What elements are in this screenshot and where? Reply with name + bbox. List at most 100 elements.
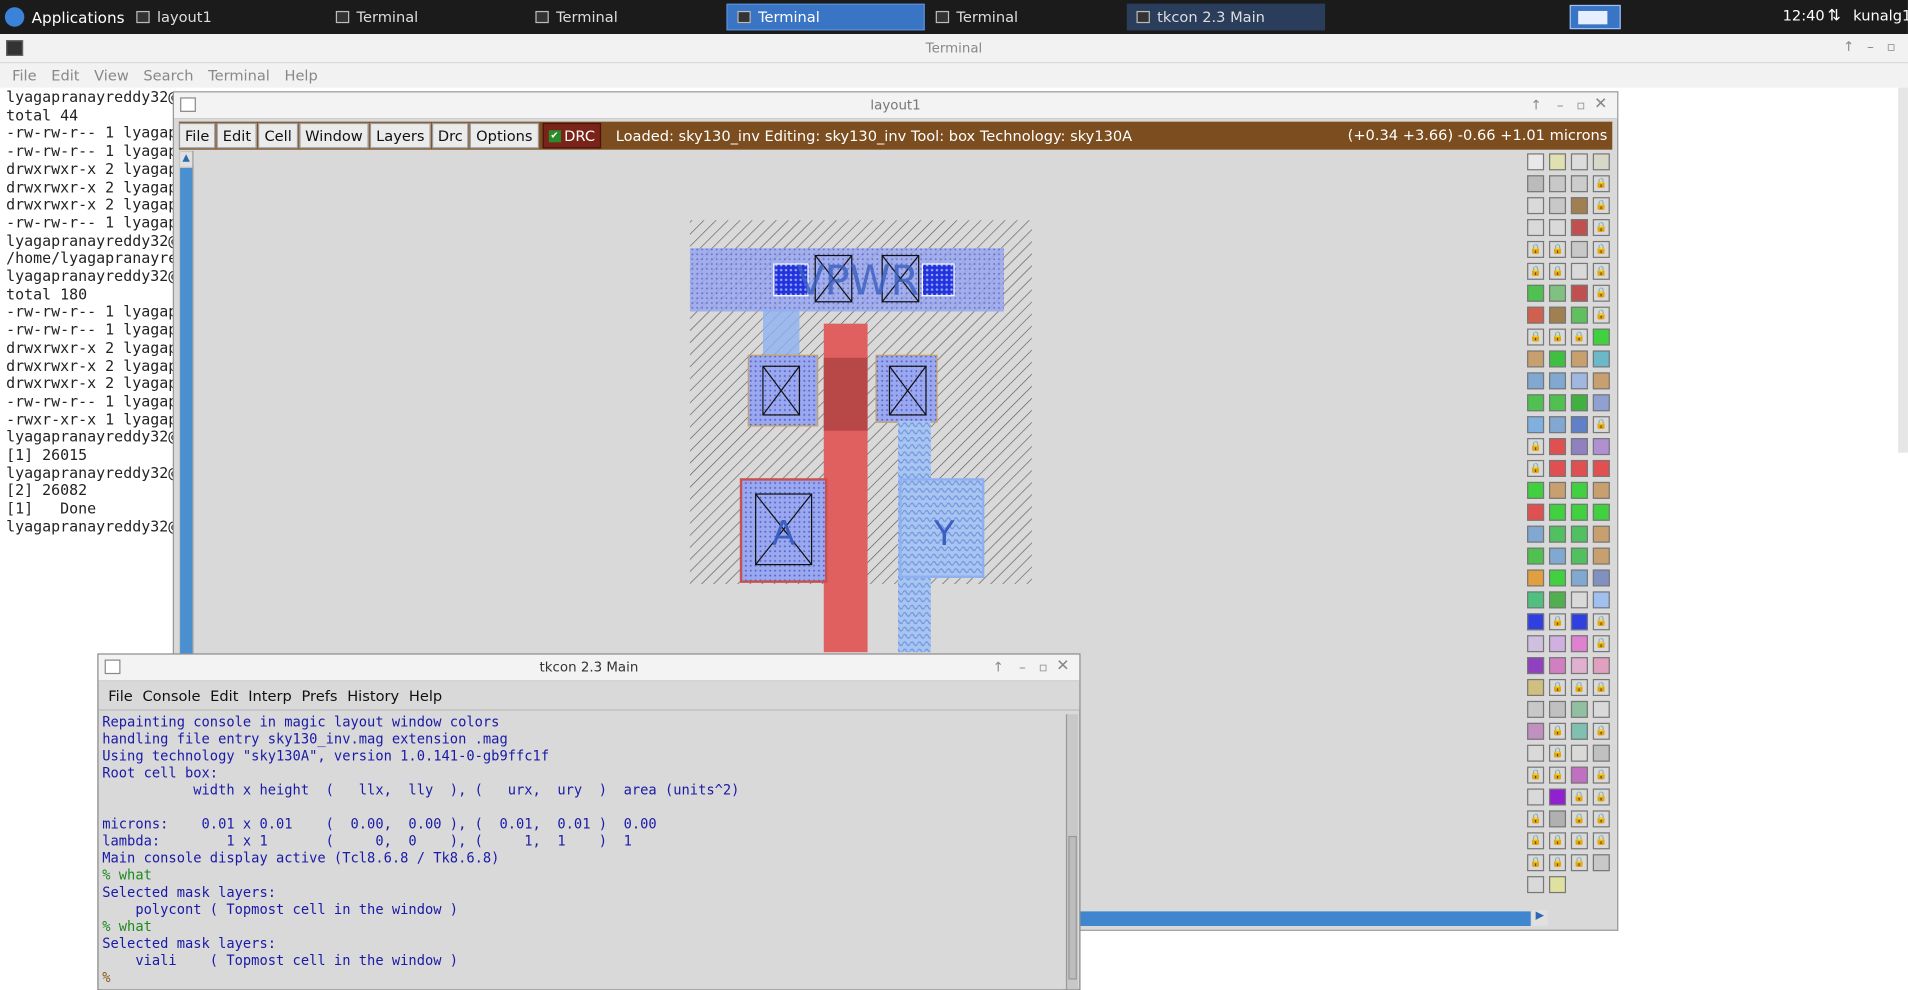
tkcon-scrollbar[interactable] bbox=[1065, 714, 1079, 990]
layer-swatch[interactable] bbox=[1592, 854, 1610, 872]
layer-swatch[interactable] bbox=[1548, 525, 1567, 543]
layer-swatch[interactable] bbox=[1570, 700, 1588, 718]
layer-swatch[interactable] bbox=[1570, 306, 1588, 324]
menu-file[interactable]: File bbox=[178, 122, 216, 149]
maximize-icon[interactable]: ↑ bbox=[1843, 39, 1854, 55]
layer-swatch[interactable] bbox=[1592, 700, 1610, 718]
layout-hscrollbar[interactable]: ▶ bbox=[1080, 910, 1548, 926]
layer-swatch[interactable] bbox=[1548, 394, 1567, 412]
layer-lock-icon[interactable]: 🔒 bbox=[1592, 613, 1610, 631]
layer-lock-icon[interactable]: 🔒 bbox=[1527, 262, 1545, 280]
menu-help[interactable]: Help bbox=[404, 687, 447, 704]
layer-swatch[interactable] bbox=[1570, 284, 1588, 302]
network-icon[interactable]: ⇅ bbox=[1828, 7, 1841, 25]
layer-swatch[interactable] bbox=[1548, 175, 1567, 193]
menu-edit[interactable]: Edit bbox=[44, 67, 87, 84]
layer-swatch[interactable] bbox=[1570, 569, 1588, 587]
layer-swatch[interactable] bbox=[1570, 438, 1588, 456]
layer-swatch[interactable] bbox=[1527, 657, 1545, 675]
layer-swatch[interactable] bbox=[1592, 350, 1610, 368]
terminal-scrollbar[interactable] bbox=[1898, 87, 1908, 453]
layer-swatch[interactable] bbox=[1548, 219, 1567, 237]
layer-swatch[interactable] bbox=[1570, 175, 1588, 193]
metal-strip[interactable] bbox=[762, 309, 800, 358]
layer-swatch[interactable] bbox=[1527, 219, 1545, 237]
layer-lock-icon[interactable]: 🔒 bbox=[1548, 240, 1567, 258]
restore-icon[interactable]: ▫ bbox=[1887, 39, 1896, 55]
menu-drc[interactable]: Drc bbox=[431, 122, 469, 149]
layer-swatch[interactable] bbox=[1527, 525, 1545, 543]
layer-swatch[interactable] bbox=[1570, 613, 1588, 631]
task-terminal-4[interactable]: Terminal bbox=[926, 4, 1124, 31]
layer-lock-icon[interactable]: 🔒 bbox=[1548, 328, 1567, 346]
menu-file[interactable]: File bbox=[103, 687, 137, 704]
layer-swatch[interactable] bbox=[1548, 700, 1567, 718]
layer-swatch[interactable] bbox=[1527, 678, 1545, 697]
layer-swatch[interactable] bbox=[1592, 153, 1610, 171]
layer-lock-icon[interactable]: 🔒 bbox=[1592, 197, 1610, 215]
layer-swatch[interactable] bbox=[1527, 175, 1545, 193]
layer-swatch[interactable] bbox=[1570, 350, 1588, 368]
layer-swatch[interactable] bbox=[1592, 438, 1610, 456]
layer-swatch[interactable] bbox=[1548, 503, 1567, 521]
layer-swatch[interactable] bbox=[1548, 657, 1567, 675]
menu-edit[interactable]: Edit bbox=[205, 687, 243, 704]
shade-icon[interactable]: ↑ bbox=[1530, 97, 1541, 113]
layer-lock-icon[interactable]: 🔒 bbox=[1548, 722, 1567, 740]
layer-lock-icon[interactable]: 🔒 bbox=[1548, 613, 1567, 631]
layer-lock-icon[interactable]: 🔒 bbox=[1592, 219, 1610, 237]
layer-swatch[interactable] bbox=[1548, 372, 1567, 390]
menu-view[interactable]: View bbox=[87, 67, 136, 84]
layer-swatch[interactable] bbox=[1570, 240, 1588, 258]
applications-menu[interactable]: Applications bbox=[4, 5, 125, 29]
layer-lock-icon[interactable]: 🔒 bbox=[1548, 854, 1567, 872]
layer-lock-icon[interactable]: 🔒 bbox=[1592, 240, 1610, 258]
layer-swatch[interactable] bbox=[1527, 591, 1545, 609]
layer-swatch[interactable] bbox=[1548, 876, 1567, 894]
layer-swatch[interactable] bbox=[1592, 481, 1610, 499]
layer-swatch[interactable] bbox=[1548, 788, 1567, 806]
layer-swatch[interactable] bbox=[1527, 788, 1545, 806]
layer-swatch[interactable] bbox=[1570, 744, 1588, 762]
layer-swatch[interactable] bbox=[1527, 876, 1545, 894]
tkcon-console-output[interactable]: Repainting console in magic layout windo… bbox=[102, 714, 1064, 990]
menu-options[interactable]: Options bbox=[470, 122, 539, 149]
layer-swatch[interactable] bbox=[1527, 394, 1545, 412]
layer-swatch[interactable] bbox=[1548, 284, 1567, 302]
layer-swatch[interactable] bbox=[1548, 306, 1567, 324]
poly-overlap[interactable] bbox=[823, 357, 868, 431]
layer-swatch[interactable] bbox=[1570, 525, 1588, 543]
layer-swatch[interactable] bbox=[1592, 744, 1610, 762]
layer-swatch[interactable] bbox=[1592, 459, 1610, 477]
menu-prefs[interactable]: Prefs bbox=[297, 687, 343, 704]
layer-lock-icon[interactable]: 🔒 bbox=[1527, 854, 1545, 872]
layer-swatch[interactable] bbox=[1527, 569, 1545, 587]
shade-icon[interactable]: ↑ bbox=[993, 660, 1004, 676]
layer-lock-icon[interactable]: 🔒 bbox=[1548, 678, 1567, 697]
layer-swatch[interactable] bbox=[1527, 700, 1545, 718]
layer-lock-icon[interactable]: 🔒 bbox=[1527, 438, 1545, 456]
layer-lock-icon[interactable]: 🔒 bbox=[1527, 832, 1545, 850]
layer-lock-icon[interactable]: 🔒 bbox=[1592, 832, 1610, 850]
task-terminal-2[interactable]: Terminal bbox=[526, 4, 721, 31]
layer-swatch[interactable] bbox=[1548, 547, 1567, 565]
minimize-icon[interactable]: – bbox=[1867, 39, 1874, 55]
layer-swatch[interactable] bbox=[1527, 722, 1545, 740]
menu-help[interactable]: Help bbox=[277, 67, 325, 84]
layer-swatch[interactable] bbox=[1570, 153, 1588, 171]
layer-swatch[interactable] bbox=[1570, 459, 1588, 477]
layer-swatch[interactable] bbox=[1570, 372, 1588, 390]
layer-swatch[interactable] bbox=[1527, 153, 1545, 171]
layer-swatch[interactable] bbox=[1570, 481, 1588, 499]
layer-lock-icon[interactable]: 🔒 bbox=[1592, 722, 1610, 740]
task-tkcon[interactable]: tkcon 2.3 Main bbox=[1126, 3, 1326, 31]
layer-swatch[interactable] bbox=[1548, 416, 1567, 434]
terminal-output[interactable]: lyagapranayreddy32@ total 44 -rw-rw-r-- 1 … bbox=[6, 89, 177, 536]
layer-lock-icon[interactable]: 🔒 bbox=[1592, 175, 1610, 193]
layer-swatch[interactable] bbox=[1527, 481, 1545, 499]
layer-swatch[interactable] bbox=[1592, 569, 1610, 587]
maximize-icon[interactable]: ▫ bbox=[1039, 660, 1048, 676]
layer-swatch[interactable] bbox=[1570, 657, 1588, 675]
layer-lock-icon[interactable]: 🔒 bbox=[1527, 240, 1545, 258]
layer-swatch[interactable] bbox=[1570, 503, 1588, 521]
